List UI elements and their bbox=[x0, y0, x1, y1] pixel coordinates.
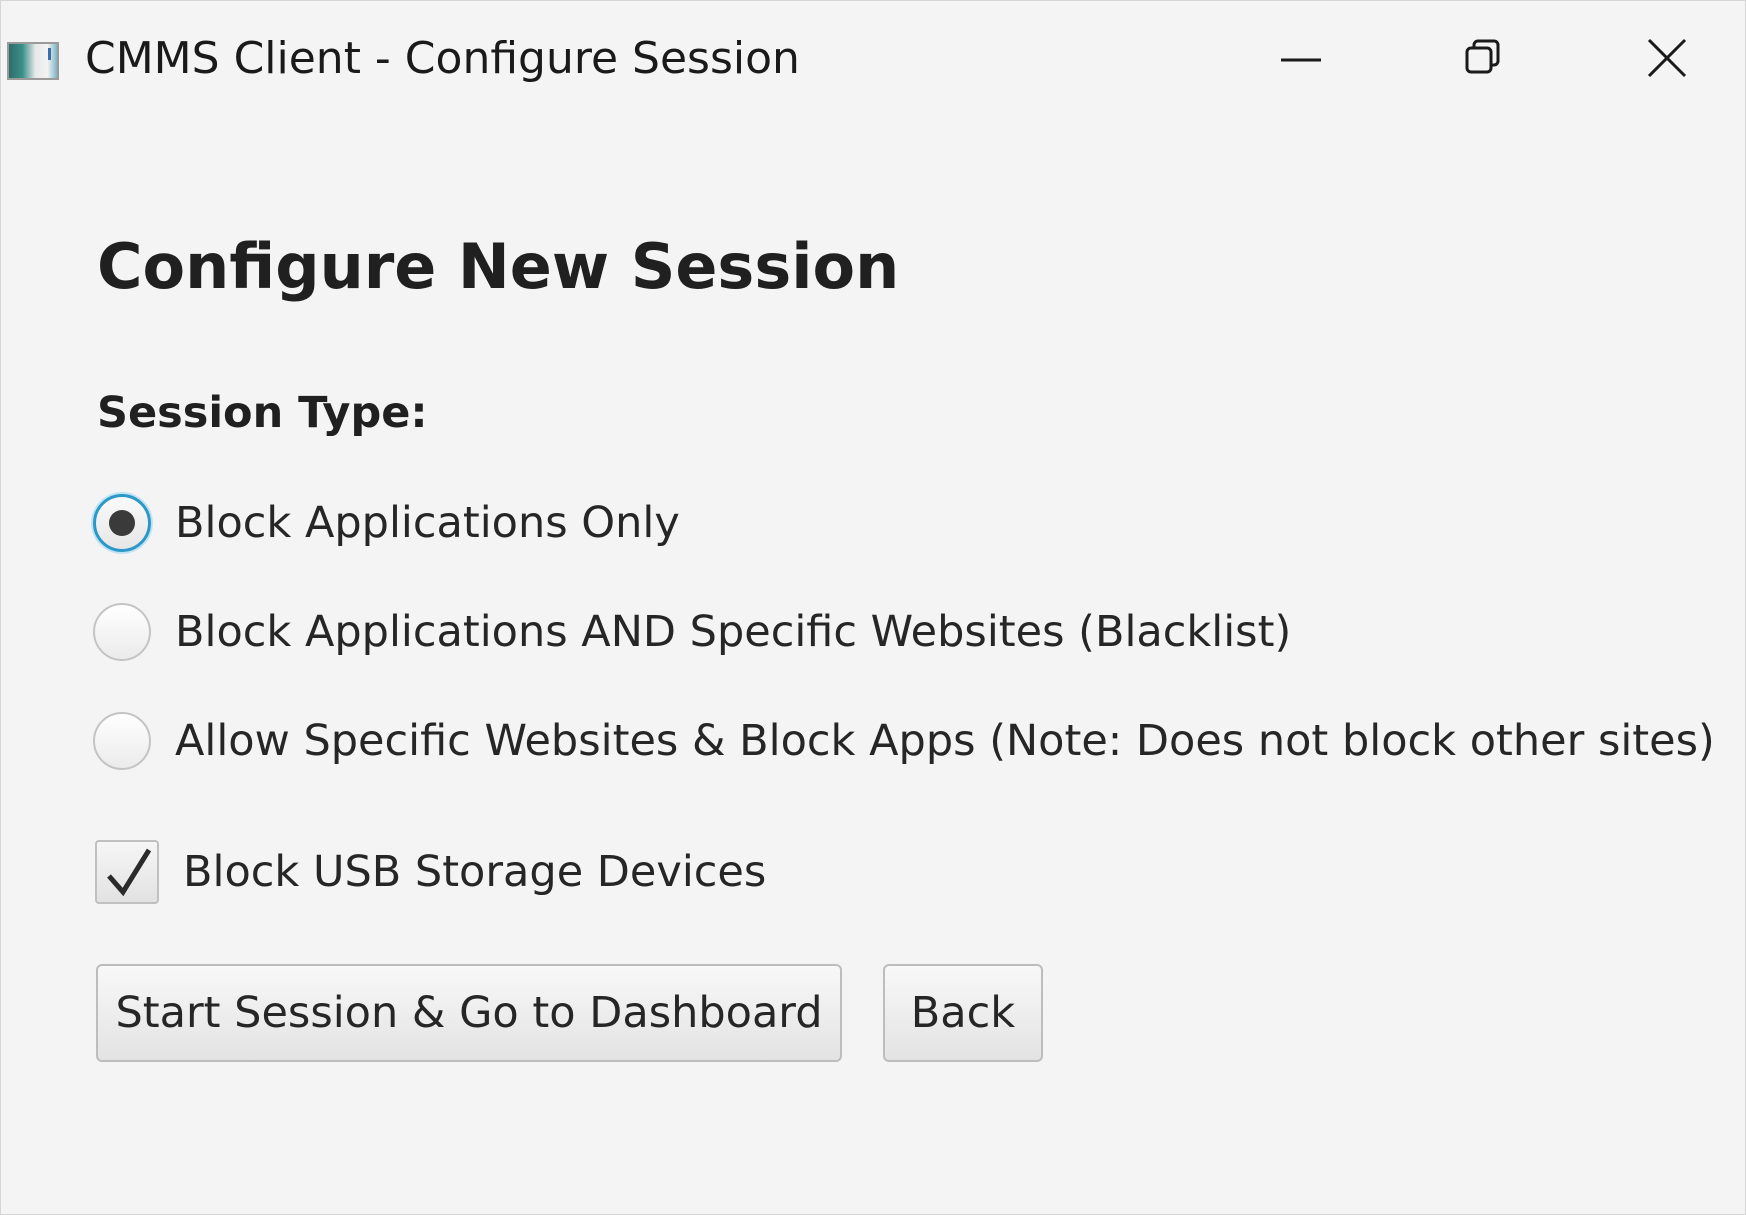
radio-button-selected[interactable] bbox=[93, 494, 151, 552]
restore-icon bbox=[1465, 39, 1500, 74]
title-bar[interactable]: CMMS Client - Configure Session bbox=[1, 1, 1745, 116]
session-type-label: Session Type: bbox=[97, 388, 428, 438]
radio-label: Block Applications Only bbox=[175, 498, 680, 548]
start-session-button[interactable]: Start Session & Go to Dashboard bbox=[96, 964, 842, 1062]
radio-block-apps-and-websites[interactable]: Block Applications AND Specific Websites… bbox=[93, 598, 1291, 666]
close-button[interactable] bbox=[1607, 21, 1727, 95]
restore-button[interactable] bbox=[1423, 21, 1543, 95]
window-title: CMMS Client - Configure Session bbox=[85, 33, 800, 84]
close-icon bbox=[1647, 38, 1687, 78]
radio-button[interactable] bbox=[93, 712, 151, 770]
block-usb-label: Block USB Storage Devices bbox=[183, 847, 767, 897]
minimize-button[interactable] bbox=[1241, 21, 1361, 95]
minimize-icon bbox=[1281, 58, 1321, 62]
app-icon bbox=[7, 42, 59, 80]
radio-label: Allow Specific Websites & Block Apps (No… bbox=[175, 716, 1715, 766]
radio-allow-websites-block-apps[interactable]: Allow Specific Websites & Block Apps (No… bbox=[93, 707, 1715, 775]
radio-label: Block Applications AND Specific Websites… bbox=[175, 607, 1292, 657]
checkmark-icon bbox=[107, 848, 152, 897]
back-button[interactable]: Back bbox=[883, 964, 1043, 1062]
page-title: Configure New Session bbox=[97, 230, 900, 303]
radio-block-applications-only[interactable]: Block Applications Only bbox=[93, 489, 680, 557]
radio-button[interactable] bbox=[93, 603, 151, 661]
app-window: CMMS Client - Configure Session Configur… bbox=[0, 0, 1746, 1215]
block-usb-checkbox[interactable] bbox=[95, 840, 159, 904]
block-usb-option[interactable]: Block USB Storage Devices bbox=[95, 839, 766, 905]
